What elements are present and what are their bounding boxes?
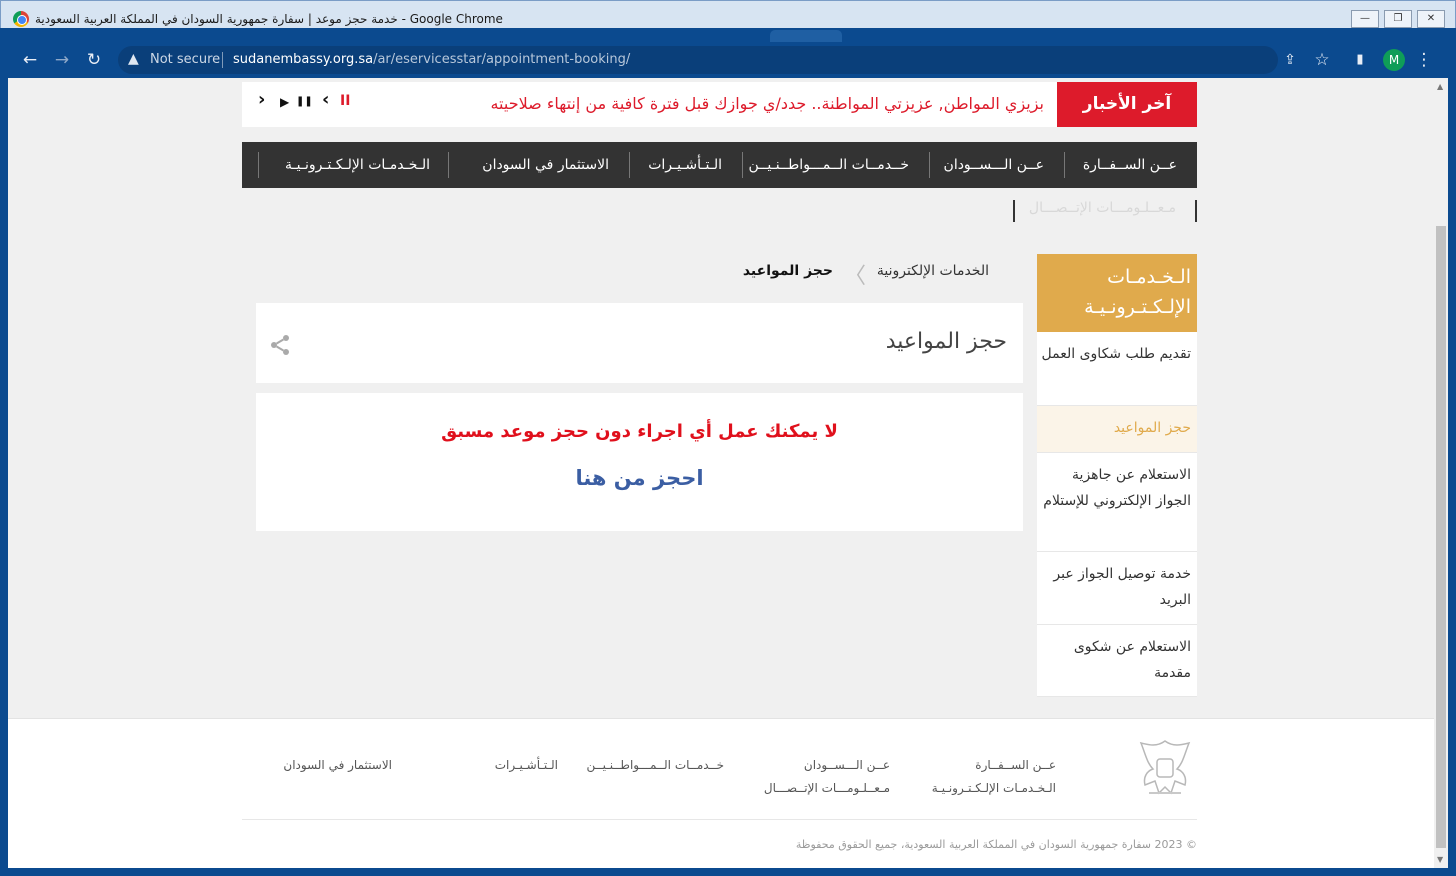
browser-toolbar: ← → ↻ ▲ Not secure sudanembassy.org.sa/a… bbox=[8, 42, 1448, 78]
news-next-icon[interactable]: ‹ bbox=[322, 89, 329, 110]
news-ticker-text[interactable]: بزيزي المواطن, عزيزتي المواطنة.. جدد/ي ج… bbox=[490, 94, 1044, 113]
footer-link-visas[interactable]: الـتـأشـيـرات bbox=[495, 758, 558, 772]
sudan-emblem-logo bbox=[1139, 740, 1191, 795]
tab-active[interactable] bbox=[770, 30, 842, 42]
nav-about-sudan[interactable]: عــن الـــســودان bbox=[944, 142, 1044, 188]
footer-link-about-sudan[interactable]: عــن الـــســودان bbox=[804, 758, 890, 772]
page-content: آخر الأخبار بزيزي المواطن, عزيزتي المواط… bbox=[8, 78, 1434, 868]
news-ticker-bar: آخر الأخبار بزيزي المواطن, عزيزتي المواط… bbox=[242, 82, 1197, 127]
omnibox-divider bbox=[222, 52, 223, 68]
nav-e-services[interactable]: الـخـدمـات الإلـكـتـرونـيـة bbox=[285, 142, 430, 188]
forward-icon[interactable]: → bbox=[52, 50, 72, 70]
news-play-icon[interactable]: ▶ bbox=[280, 95, 289, 109]
latest-news-label: آخر الأخبار bbox=[1057, 82, 1197, 127]
restore-button[interactable]: ❐ bbox=[1384, 10, 1412, 28]
nav-contact-info[interactable]: مـعــلـومـــات الإتــصـــال bbox=[1029, 200, 1176, 222]
footer-link-e-services[interactable]: الـخـدمـات الإلـكـتـرونـيـة bbox=[932, 781, 1056, 795]
window-title: خدمة حجز موعد | سفارة جمهورية السودان في… bbox=[35, 12, 503, 26]
address-bar[interactable]: ▲ Not secure sudanembassy.org.sa/ar/eser… bbox=[118, 46, 1278, 74]
back-icon[interactable]: ← bbox=[20, 50, 40, 70]
copyright-text: © 2023 سفارة جمهورية السودان في المملكة … bbox=[795, 838, 1197, 851]
share-icon[interactable] bbox=[268, 333, 292, 357]
sidebar-title: الـخـدمـات الإلـكـتـرونـيـة bbox=[1037, 254, 1197, 332]
appointment-warning: لا يمكنك عمل أي اجراء دون حجز موعد مسبق bbox=[441, 421, 838, 442]
security-label[interactable]: Not secure bbox=[150, 52, 220, 67]
url-path: /ar/eservicesstar/appointment-booking/ bbox=[373, 52, 631, 67]
nav-investment[interactable]: الاستثمار في السودان bbox=[482, 142, 609, 188]
site-footer: عــن الســفــارة الـخـدمـات الإلـكـتـرون… bbox=[8, 718, 1434, 868]
url-text[interactable]: sudanembassy.org.sa/ar/eservicesstar/app… bbox=[233, 52, 630, 67]
scroll-down-icon[interactable]: ▼ bbox=[1437, 855, 1443, 864]
bookmark-star-icon[interactable]: ☆ bbox=[1312, 50, 1332, 70]
nav-visas[interactable]: الـتـأشـيـرات bbox=[648, 142, 722, 188]
url-domain: sudanembassy.org.sa bbox=[233, 52, 374, 67]
footer-link-contact[interactable]: مـعــلـومـــات الإتــصـــال bbox=[764, 781, 890, 795]
minimize-button[interactable]: — bbox=[1351, 10, 1379, 28]
nav-about-embassy[interactable]: عــن الســفــارة bbox=[1083, 142, 1177, 188]
news-pause-icon[interactable]: ❚❚ bbox=[296, 96, 313, 107]
footer-link-investment[interactable]: الاستثمار في السودان bbox=[283, 758, 392, 772]
chrome-logo-icon bbox=[13, 11, 29, 27]
footer-divider bbox=[242, 819, 1197, 820]
footer-link-citizen-services[interactable]: خــدمــات الــمـــواطــنـيــن bbox=[586, 758, 724, 772]
sidebar-item-complaint-inquiry[interactable]: الاستعلام عن شكوى مقدمة bbox=[1037, 625, 1197, 697]
breadcrumb-current: حجز المواعيد bbox=[742, 263, 833, 279]
close-button[interactable]: ✕ bbox=[1417, 10, 1445, 28]
warning-icon[interactable]: ▲ bbox=[128, 51, 139, 67]
breadcrumb-separator: 〈 bbox=[844, 264, 867, 289]
page-title: حجز المواعيد bbox=[885, 329, 1007, 354]
share-page-icon[interactable]: ⇪ bbox=[1280, 50, 1300, 70]
sidebar-item-appointments[interactable]: حجز المواعيد bbox=[1037, 406, 1197, 453]
news-pause-mark: II bbox=[340, 93, 351, 109]
nav-citizen-services[interactable]: خــدمــات الــمـــواطــنـيــن bbox=[749, 142, 909, 188]
profile-avatar[interactable]: M bbox=[1383, 49, 1405, 71]
page-viewport: آخر الأخبار بزيزي المواطن, عزيزتي المواط… bbox=[8, 78, 1448, 868]
breadcrumb-e-services[interactable]: الخدمات الإلكترونية bbox=[877, 263, 989, 279]
booking-message-card: لا يمكنك عمل أي اجراء دون حجز موعد مسبق … bbox=[256, 393, 1023, 531]
page-scrollbar[interactable]: ▲ ▼ bbox=[1434, 78, 1448, 868]
reload-icon[interactable]: ↻ bbox=[84, 50, 104, 70]
side-panel-icon[interactable]: ▮ bbox=[1350, 50, 1370, 70]
scrollbar-thumb[interactable] bbox=[1436, 226, 1446, 848]
kebab-menu-icon[interactable]: ⋮ bbox=[1414, 50, 1434, 70]
sidebar-item-passport-delivery[interactable]: خدمة توصيل الجواز عبر البريد bbox=[1037, 552, 1197, 625]
scroll-up-icon[interactable]: ▲ bbox=[1437, 82, 1443, 91]
page-title-card: حجز المواعيد bbox=[256, 303, 1023, 383]
news-prev-icon[interactable]: › bbox=[258, 89, 265, 110]
sidebar-item-passport-status[interactable]: الاستعلام عن جاهزية الجواز الإلكتروني لل… bbox=[1037, 453, 1197, 552]
main-navigation: عــن الســفــارة عــن الـــســودان خــدم… bbox=[242, 142, 1197, 188]
sidebar-item-labor-complaints[interactable]: تقديم طلب شكاوى العمل bbox=[1037, 332, 1197, 406]
footer-link-about-embassy[interactable]: عــن الســفــارة bbox=[975, 758, 1056, 772]
book-here-link[interactable]: احجز من هنا bbox=[256, 466, 1023, 490]
